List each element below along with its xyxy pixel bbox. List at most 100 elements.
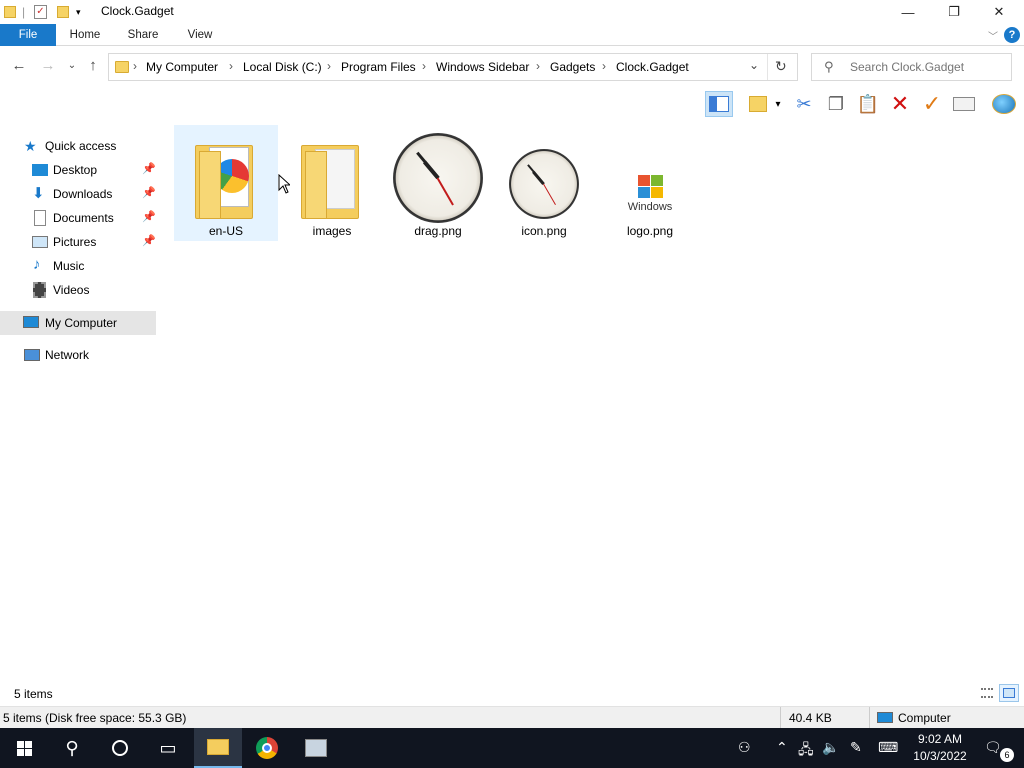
chrome-icon[interactable] [243, 728, 291, 768]
address-dropdown-icon[interactable]: ⌄ [749, 58, 759, 72]
search-box[interactable]: ⚲ [811, 53, 1012, 81]
paste-icon[interactable]: 📋 [854, 91, 882, 117]
copy-icon[interactable]: ❐ [822, 91, 850, 117]
folder-icon [280, 129, 384, 223]
back-arrow-icon[interactable]: ← [9, 57, 29, 75]
explorer-window: | ✓ ▾ Clock.Gadget — ❐ ✕ File Home Share… [0, 0, 1024, 728]
cut-icon[interactable]: ✂ [790, 91, 818, 117]
start-button[interactable] [0, 728, 48, 768]
pin-icon[interactable]: 📌 [142, 234, 156, 247]
taskbar-clock[interactable]: 9:02 AM 10/3/2022 [908, 731, 972, 765]
mouse-cursor-icon [278, 174, 290, 194]
details-view-icon[interactable] [977, 684, 997, 702]
search-icon[interactable]: ⚲ [48, 728, 96, 768]
details-text: 5 items (Disk free space: 55.3 GB) [3, 711, 187, 725]
up-arrow-icon[interactable]: ↑ [83, 57, 103, 75]
pictures-icon [32, 236, 48, 248]
show-hidden-icons[interactable]: ⌃ [776, 739, 788, 756]
file-item-en-us[interactable]: en-US [174, 125, 278, 241]
pin-icon[interactable]: 📌 [142, 186, 156, 199]
breadcrumb-local-disk[interactable]: Local Disk (C:) [243, 60, 322, 74]
tab-file[interactable]: File [0, 24, 56, 46]
recent-locations-icon[interactable]: ⌄ [62, 57, 82, 75]
nav-item-downloads[interactable]: ⬇ Downloads 📌 [0, 182, 156, 206]
task-view-icon[interactable]: ▭ [144, 728, 192, 768]
properties-icon[interactable]: ✓ [34, 4, 47, 20]
help-icon[interactable]: ? [1004, 27, 1020, 43]
file-item-drag-png[interactable]: drag.png [386, 125, 490, 241]
cortana-icon[interactable] [96, 728, 144, 768]
file-item-logo-png[interactable]: Windows logo.png [598, 125, 702, 241]
expand-ribbon-icon[interactable]: ﹀ [988, 28, 998, 43]
close-button[interactable]: ✕ [976, 0, 1022, 24]
file-name: logo.png [626, 224, 674, 238]
nav-item-desktop[interactable]: Desktop 📌 [0, 158, 156, 182]
rename-check-icon[interactable]: ✓ [918, 91, 946, 117]
windows-logo-icon: Windows [598, 129, 702, 223]
clock-time: 9:02 AM [917, 732, 963, 746]
quick-access-dropdown-icon[interactable]: ▾ [76, 4, 81, 20]
folder-icon [4, 4, 16, 20]
search-icon: ⚲ [824, 59, 834, 74]
breadcrumb-windows-sidebar[interactable]: Windows Sidebar [436, 60, 529, 74]
minimize-button[interactable]: — [885, 0, 931, 24]
breadcrumb-separator: › [133, 59, 137, 73]
file-explorer-taskbar-icon[interactable] [194, 728, 242, 768]
file-name: drag.png [414, 224, 462, 238]
file-item-icon-png[interactable]: icon.png [492, 125, 596, 241]
pin-icon[interactable]: 📌 [142, 162, 156, 175]
divider [780, 707, 781, 728]
documents-icon [34, 210, 46, 226]
nav-item-pictures[interactable]: Pictures 📌 [0, 230, 156, 254]
address-bar[interactable]: › My Computer › Local Disk (C:) › Progra… [108, 53, 798, 81]
details-bar: 5 items (Disk free space: 55.3 GB) 40.4 … [0, 706, 1024, 728]
divider [767, 54, 768, 80]
window-title: Clock.Gadget [101, 4, 174, 18]
nav-item-label: Music [53, 259, 85, 273]
computer-icon [23, 316, 39, 328]
nav-item-music[interactable]: ♪ Music [0, 254, 156, 278]
breadcrumb-program-files[interactable]: Program Files [341, 60, 416, 74]
people-icon[interactable]: ⚇ [738, 739, 751, 756]
pin-icon[interactable]: 📌 [142, 210, 156, 223]
network-tray-icon[interactable]: 🖧 [798, 739, 814, 763]
nav-item-label: Pictures [53, 235, 97, 249]
breadcrumb-separator: › [536, 59, 540, 73]
file-item-images[interactable]: images [280, 125, 384, 241]
breadcrumb-separator: › [229, 59, 233, 73]
nav-item-documents[interactable]: Documents 📌 [0, 206, 156, 230]
keyboard-icon[interactable]: ⌨ [878, 739, 898, 756]
nav-item-quick-access[interactable]: ★ Quick access [0, 134, 156, 158]
navigation-pane: ★ Quick access Desktop 📌 ⬇ Downloads 📌 D… [0, 124, 156, 684]
title-bar: | ✓ ▾ Clock.Gadget — ❐ ✕ [0, 0, 1024, 24]
nav-item-videos[interactable]: Videos [0, 278, 156, 302]
tab-view[interactable]: View [178, 24, 222, 46]
preview-pane-icon[interactable] [705, 91, 733, 117]
location-label: Computer [898, 711, 951, 725]
app-taskbar-icon[interactable] [292, 728, 340, 768]
pen-icon[interactable]: ✎ [850, 739, 862, 756]
new-item-dropdown-icon[interactable]: ▾ [768, 91, 788, 117]
network-globe-icon[interactable] [990, 91, 1018, 117]
properties-icon[interactable] [950, 91, 978, 117]
tab-home[interactable]: Home [62, 24, 108, 46]
new-folder-icon[interactable] [57, 4, 69, 20]
breadcrumb-separator: › [422, 59, 426, 73]
tab-share[interactable]: Share [120, 24, 166, 46]
delete-icon[interactable]: ✕ [886, 91, 914, 117]
breadcrumb-my-computer[interactable]: My Computer [146, 60, 218, 74]
nav-item-label: Quick access [45, 139, 117, 153]
large-icons-view-icon[interactable] [999, 684, 1019, 702]
refresh-icon[interactable]: ↻ [775, 58, 787, 75]
nav-item-network[interactable]: Network [0, 343, 156, 367]
nav-item-my-computer[interactable]: My Computer [0, 311, 156, 335]
forward-arrow-icon[interactable]: → [38, 57, 58, 75]
breadcrumb-clock-gadget[interactable]: Clock.Gadget [616, 60, 689, 74]
breadcrumb-gadgets[interactable]: Gadgets [550, 60, 595, 74]
search-input[interactable] [850, 59, 1008, 75]
star-icon: ★ [24, 138, 37, 154]
restore-button[interactable]: ❐ [931, 0, 977, 24]
breadcrumb-separator: › [602, 59, 606, 73]
notification-badge: 6 [1000, 748, 1014, 762]
volume-icon[interactable]: 🔈 [822, 739, 839, 756]
